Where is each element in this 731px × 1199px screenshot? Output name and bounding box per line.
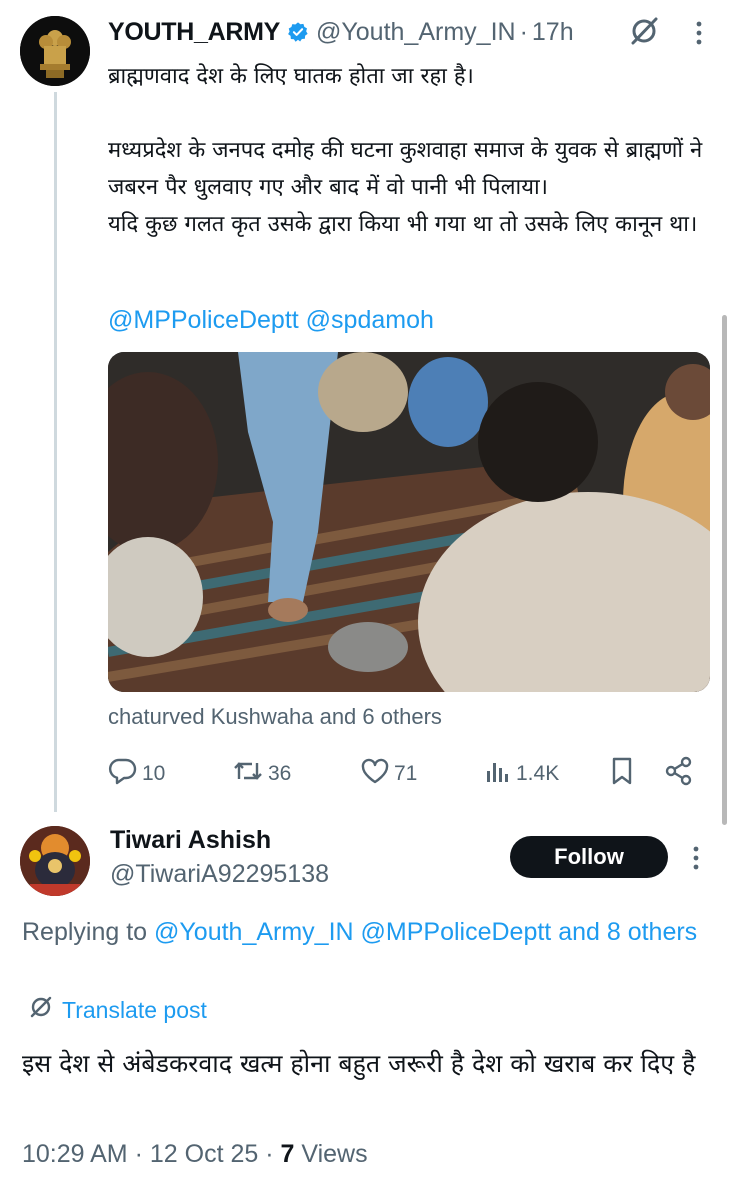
views-count: 1.4K <box>516 762 560 785</box>
post-media-image[interactable] <box>108 352 710 692</box>
more-icon[interactable] <box>695 20 703 46</box>
post-header: YOUTH_ARMY @Youth_Army_IN · 17h <box>108 14 711 50</box>
reply-text: इस देश से अंबेडकरवाद खत्म होना बहुत जरूर… <box>22 1049 696 1078</box>
share-icon <box>664 756 698 792</box>
reply-date[interactable]: 12 Oct 25 <box>150 1140 258 1168</box>
reply-views-label: Views <box>301 1140 368 1168</box>
reply-views-count: 7 <box>280 1140 295 1168</box>
separator-dot: · <box>134 1140 143 1168</box>
replying-to-links[interactable]: @Youth_Army_IN @MPPoliceDeptt and 8 othe… <box>154 918 697 946</box>
post-paragraph-blank <box>108 95 708 132</box>
post-paragraph: मध्यप्रदेश के जनपद दमोह की घटना कुशवाहा … <box>108 138 703 200</box>
like-count: 71 <box>394 762 418 785</box>
thread-connector-line <box>54 92 57 812</box>
translate-icon <box>28 994 62 1026</box>
scrollbar[interactable] <box>722 315 727 825</box>
separator-dot: · <box>265 1140 274 1168</box>
reply-icon <box>108 757 142 791</box>
follow-button[interactable]: Follow <box>510 836 668 878</box>
repost-button[interactable]: 36 <box>232 756 291 792</box>
reply-author-handle[interactable]: @TiwariA92295138 <box>110 860 329 889</box>
post-paragraph: ब्राह्मणवाद देश के लिए घातक होता जा रहा … <box>108 64 474 89</box>
author-avatar[interactable] <box>20 16 90 86</box>
repost-count: 36 <box>268 762 292 785</box>
translate-post-button[interactable]: Translate post <box>28 994 207 1026</box>
post-paragraph: यदि कुछ गलत कृत उसके द्वारा किया भी गया … <box>108 212 698 237</box>
repost-icon <box>232 757 268 791</box>
replying-to-prefix: Replying to <box>22 918 155 946</box>
like-button[interactable]: 71 <box>360 756 417 792</box>
reply-author-avatar[interactable] <box>20 826 90 896</box>
separator-dot: · <box>519 17 528 46</box>
views-icon <box>484 757 516 791</box>
verified-badge-icon <box>287 21 309 43</box>
liked-by-text[interactable]: chaturved Kushwaha and 6 others <box>108 704 442 730</box>
share-button[interactable] <box>664 756 698 792</box>
reply-button[interactable]: 10 <box>108 756 165 792</box>
author-name[interactable]: YOUTH_ARMY <box>108 18 280 47</box>
like-icon <box>360 757 394 791</box>
author-handle[interactable]: @Youth_Army_IN <box>316 18 516 47</box>
grok-icon[interactable] <box>627 14 661 48</box>
bookmark-icon <box>608 756 640 792</box>
post-mentions[interactable]: @MPPoliceDeptt @spdamoh <box>108 306 434 335</box>
replying-to: Replying to @Youth_Army_IN @MPPoliceDept… <box>22 914 702 951</box>
reply-count: 10 <box>142 762 166 785</box>
reply-time[interactable]: 10:29 AM <box>22 1140 128 1168</box>
views-button[interactable]: 1.4K <box>484 756 559 792</box>
translate-label: Translate post <box>62 996 207 1023</box>
more-icon[interactable] <box>692 845 700 871</box>
post-time[interactable]: 17h <box>532 18 574 47</box>
post-action-bar: 10 36 71 1.4K <box>108 756 708 792</box>
bookmark-button[interactable] <box>608 756 640 792</box>
reply-meta: 10:29 AM · 12 Oct 25 · 7 Views <box>22 1140 368 1169</box>
post-text: ब्राह्मणवाद देश के लिए घातक होता जा रहा … <box>108 58 708 243</box>
reply-author-name[interactable]: Tiwari Ashish <box>110 826 271 855</box>
